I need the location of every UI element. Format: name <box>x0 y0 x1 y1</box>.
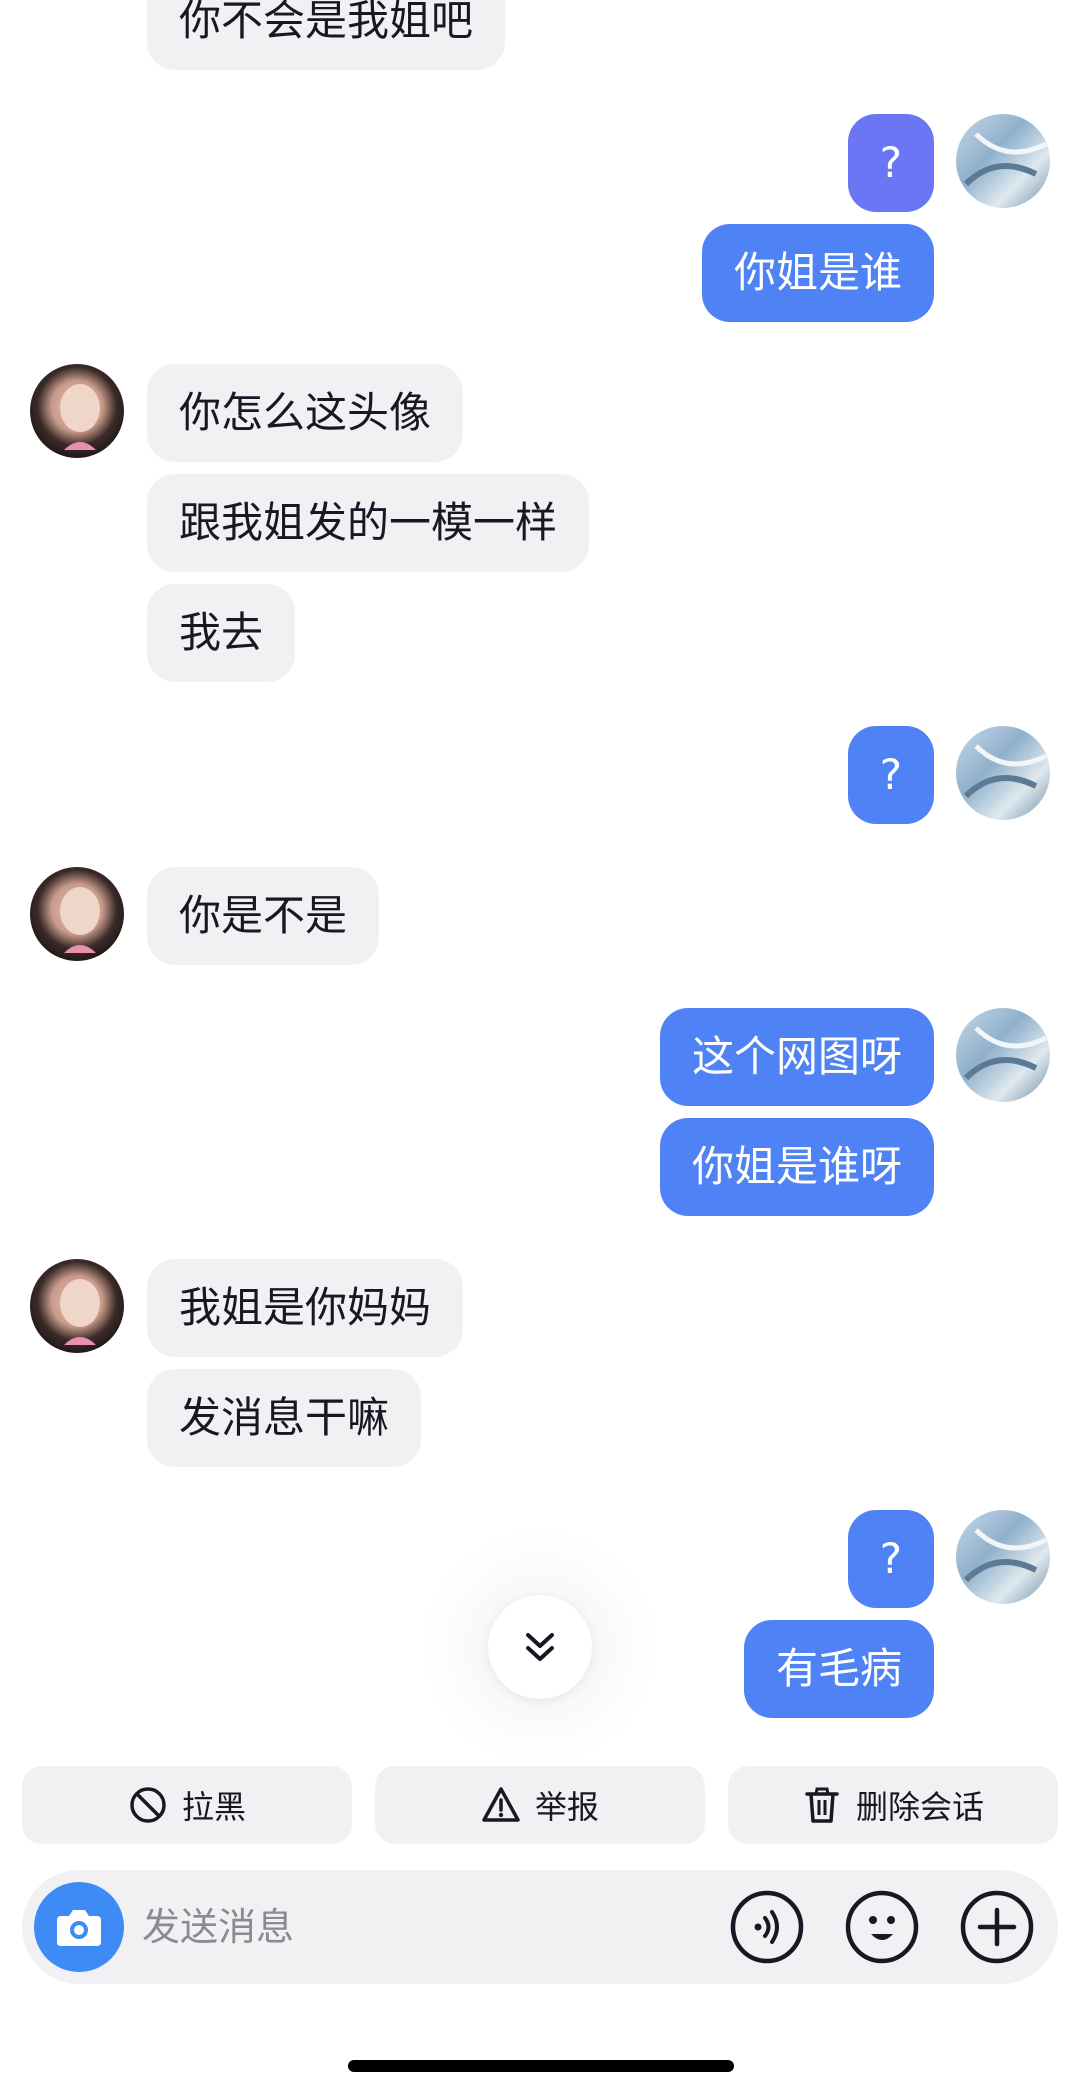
block-button[interactable]: 拉黑 <box>22 1766 352 1844</box>
message-input[interactable]: 发送消息 <box>142 1870 294 1984</box>
delete-conversation-label: 删除会话 <box>855 1788 984 1826</box>
my-avatar[interactable] <box>956 726 1050 820</box>
message-outgoing[interactable]: 你姐是谁 <box>701 224 934 322</box>
camera-button[interactable] <box>34 1882 124 1972</box>
more-button[interactable] <box>960 1890 1034 1964</box>
message-text: 我姐是你妈妈 <box>179 1283 432 1332</box>
message-composer: 发送消息 <box>22 1870 1058 1984</box>
my-avatar[interactable] <box>956 1008 1050 1102</box>
message-text: 发消息干嘛 <box>179 1393 390 1442</box>
message-text: 你姐是谁呀 <box>691 1142 902 1191</box>
avatar-image <box>956 1008 1050 1102</box>
avatar-image <box>30 364 124 458</box>
message-incoming[interactable]: 你是不是 <box>147 867 380 965</box>
message-text: 你姐是谁 <box>733 248 902 297</box>
block-icon <box>128 1785 168 1825</box>
message-text: 这个网图呀 <box>691 1032 902 1081</box>
message-incoming[interactable]: 我去 <box>147 584 296 682</box>
message-outgoing[interactable]: ? <box>847 1510 934 1608</box>
avatar-image <box>956 726 1050 820</box>
avatar-image <box>956 114 1050 208</box>
message-incoming[interactable]: 你怎么这头像 <box>147 364 464 462</box>
my-avatar[interactable] <box>956 1510 1050 1604</box>
contact-avatar[interactable] <box>30 364 124 458</box>
message-outgoing[interactable]: ? <box>847 114 934 212</box>
emoji-icon <box>845 1890 919 1964</box>
message-text: 我去 <box>179 608 264 657</box>
scroll-to-bottom-button[interactable] <box>488 1595 592 1699</box>
contact-avatar[interactable] <box>30 867 124 961</box>
message-text: 你不会是我姐吧 <box>179 0 474 45</box>
message-text: 有毛病 <box>775 1644 902 1693</box>
voice-icon <box>730 1890 804 1964</box>
my-avatar[interactable] <box>956 114 1050 208</box>
message-text: 跟我姐发的一模一样 <box>179 498 558 547</box>
avatar-image <box>30 1259 124 1353</box>
double-chevron-down-icon <box>526 1633 554 1661</box>
message-incoming[interactable]: 你不会是我姐吧 <box>147 0 506 70</box>
warning-icon <box>481 1785 521 1825</box>
message-text: 你怎么这头像 <box>179 388 432 437</box>
plus-icon <box>960 1890 1034 1964</box>
avatar-image <box>30 867 124 961</box>
message-text: 你是不是 <box>179 891 348 940</box>
report-label: 举报 <box>534 1788 599 1826</box>
message-outgoing[interactable]: 这个网图呀 <box>659 1008 934 1106</box>
home-indicator <box>348 2060 734 2072</box>
voice-button[interactable] <box>730 1890 804 1964</box>
message-incoming[interactable]: 发消息干嘛 <box>147 1369 422 1467</box>
delete-conversation-button[interactable]: 删除会话 <box>728 1766 1058 1844</box>
message-outgoing[interactable]: ? <box>847 726 934 824</box>
report-button[interactable]: 举报 <box>375 1766 705 1844</box>
camera-icon <box>57 1910 101 1946</box>
message-text: ? <box>879 138 902 187</box>
message-text: ? <box>879 1534 902 1583</box>
message-incoming[interactable]: 我姐是你妈妈 <box>147 1259 464 1357</box>
avatar-image <box>956 1510 1050 1604</box>
message-outgoing[interactable]: 你姐是谁呀 <box>659 1118 934 1216</box>
message-incoming[interactable]: 跟我姐发的一模一样 <box>147 474 590 572</box>
trash-icon <box>802 1785 842 1825</box>
block-label: 拉黑 <box>181 1788 246 1826</box>
message-outgoing[interactable]: 有毛病 <box>743 1620 934 1718</box>
emoji-button[interactable] <box>845 1890 919 1964</box>
message-text: ? <box>879 750 902 799</box>
contact-avatar[interactable] <box>30 1259 124 1353</box>
